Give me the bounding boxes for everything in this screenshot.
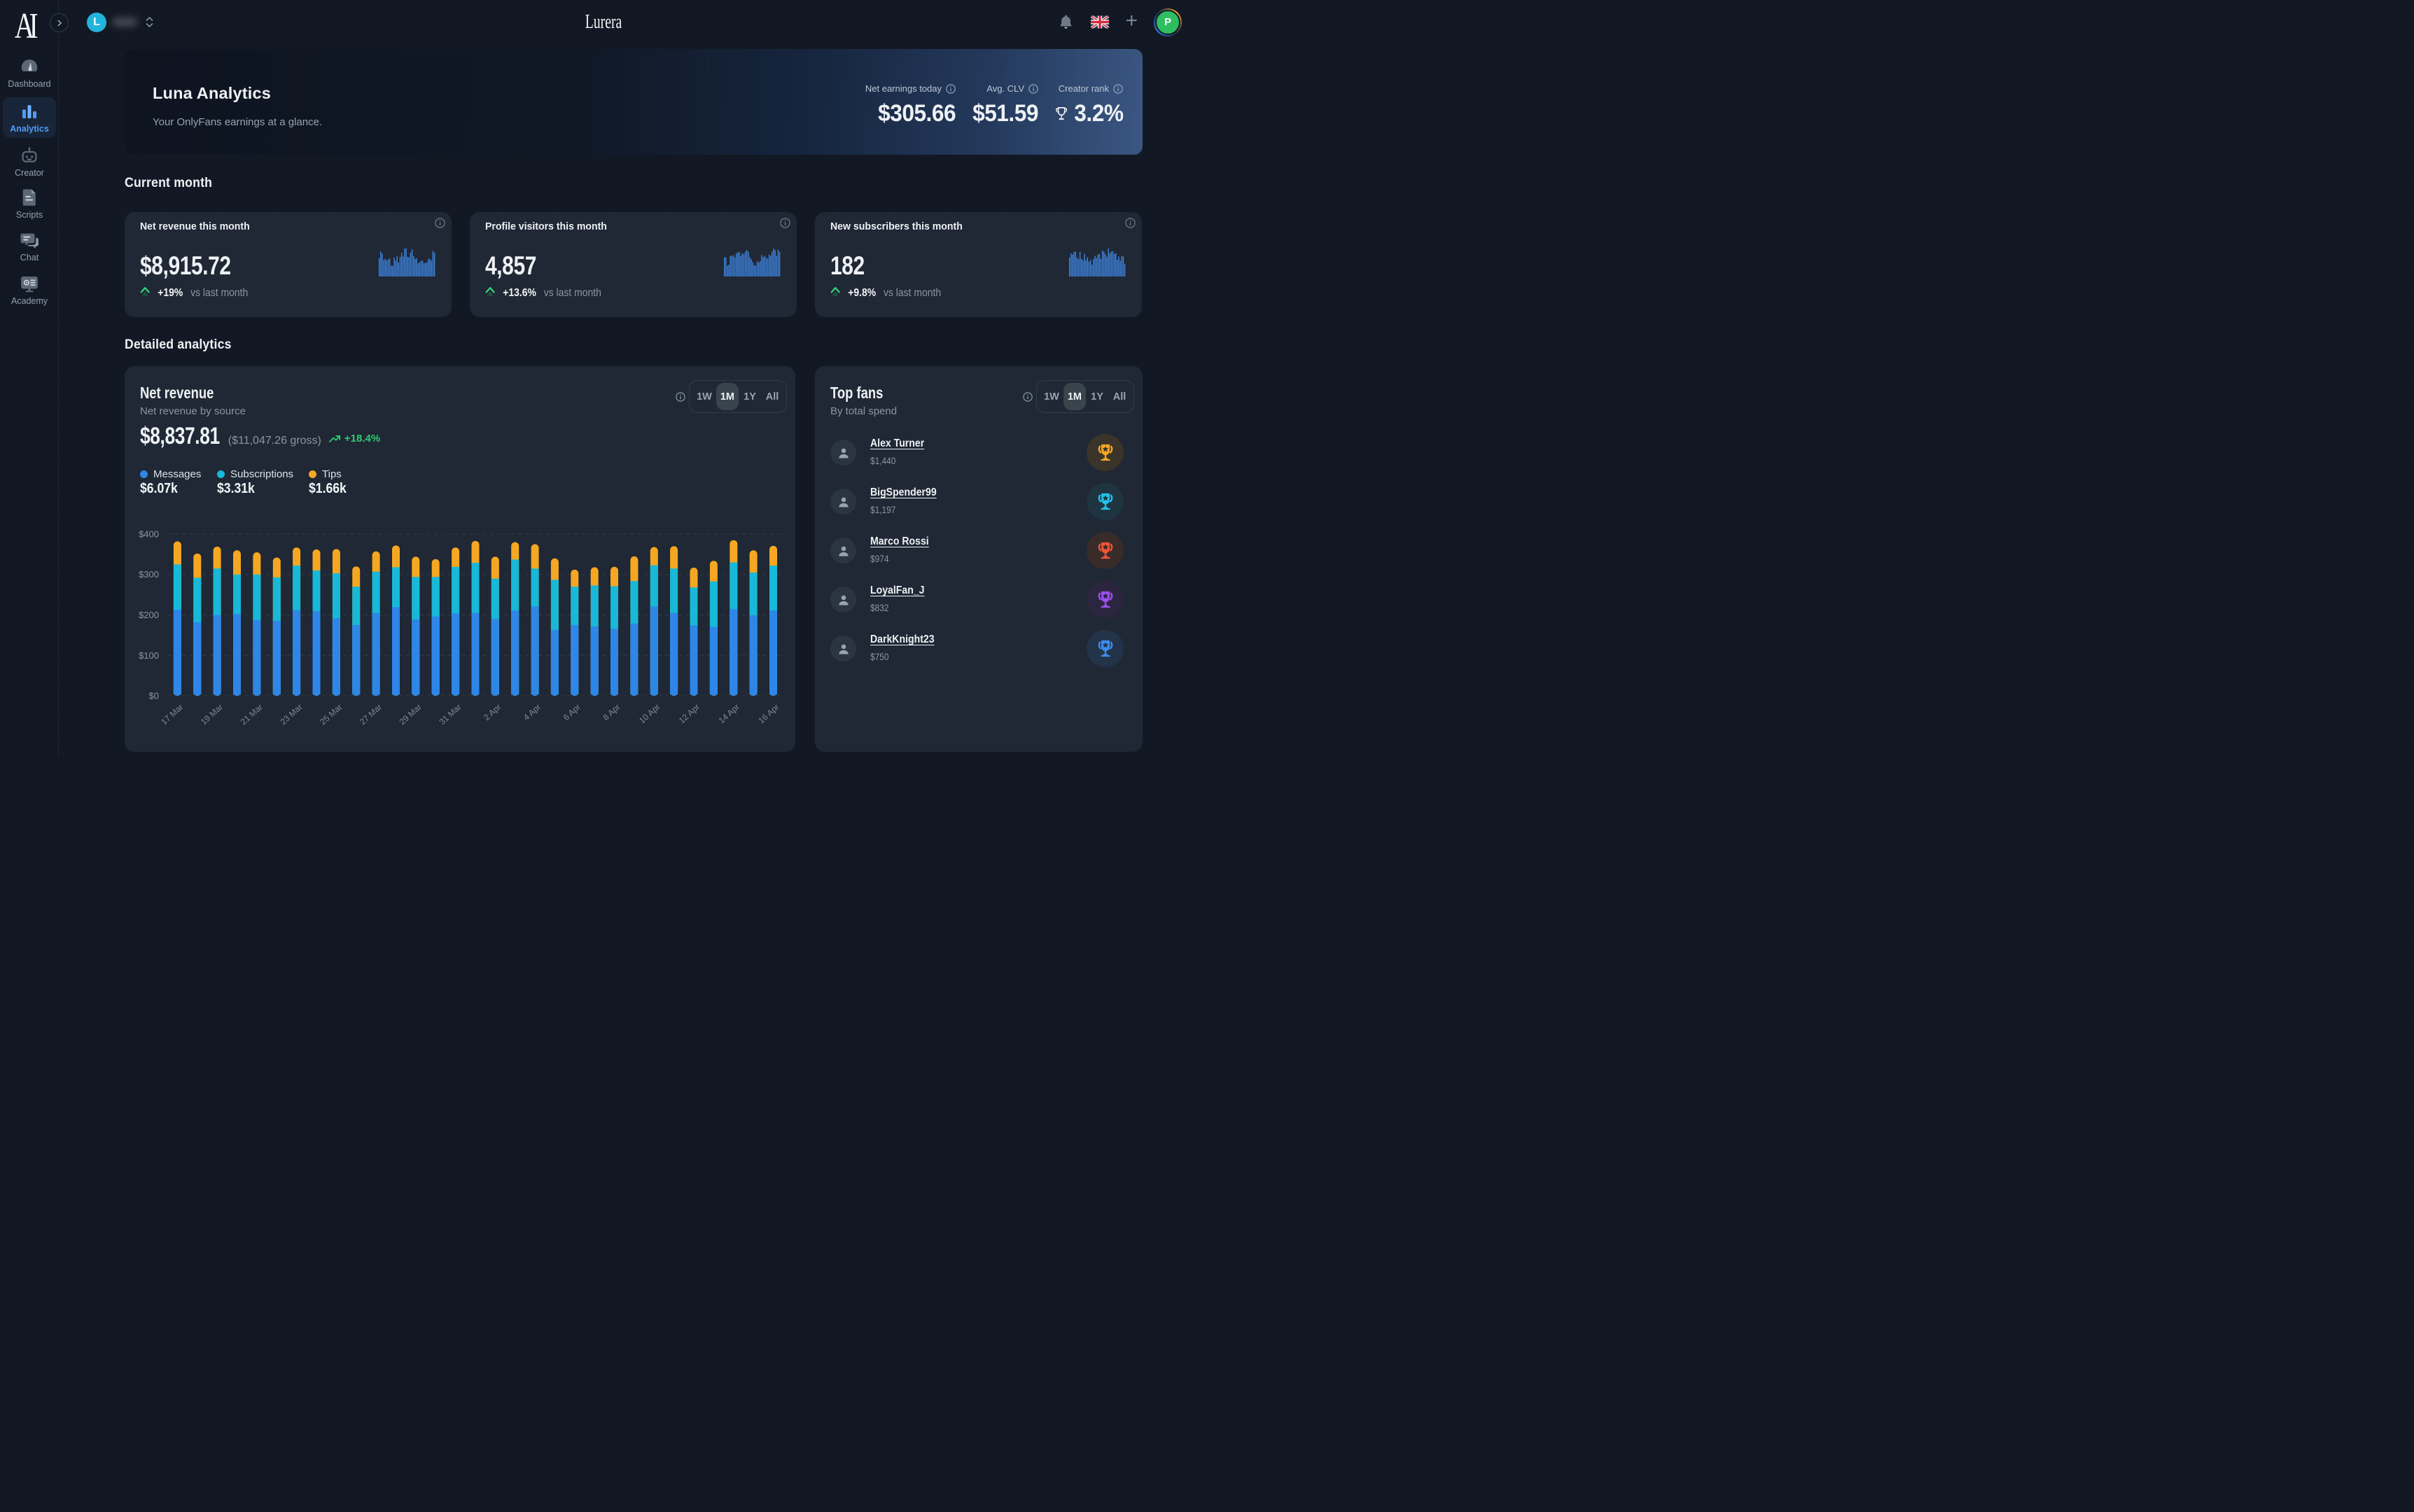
svg-text:17 Mar: 17 Mar (159, 702, 185, 727)
svg-text:2 Apr: 2 Apr (482, 702, 503, 722)
svg-text:25 Mar: 25 Mar (318, 702, 344, 727)
svg-text:4 Apr: 4 Apr (522, 702, 543, 722)
svg-text:$0: $0 (149, 691, 159, 701)
svg-text:21 Mar: 21 Mar (239, 702, 265, 727)
svg-text:$100: $100 (139, 650, 159, 661)
svg-text:16 Apr: 16 Apr (756, 702, 781, 726)
svg-text:29 Mar: 29 Mar (398, 702, 424, 727)
svg-text:$300: $300 (139, 569, 159, 580)
svg-text:6 Apr: 6 Apr (561, 702, 582, 722)
svg-text:23 Mar: 23 Mar (278, 702, 304, 727)
svg-text:12 Apr: 12 Apr (677, 702, 702, 726)
svg-text:31 Mar: 31 Mar (437, 702, 463, 727)
svg-text:19 Mar: 19 Mar (199, 702, 225, 727)
svg-text:14 Apr: 14 Apr (717, 702, 741, 726)
svg-text:27 Mar: 27 Mar (358, 702, 384, 727)
svg-text:$200: $200 (139, 610, 159, 620)
svg-text:10 Apr: 10 Apr (637, 702, 662, 726)
svg-text:8 Apr: 8 Apr (601, 702, 622, 722)
svg-text:$400: $400 (139, 529, 159, 540)
